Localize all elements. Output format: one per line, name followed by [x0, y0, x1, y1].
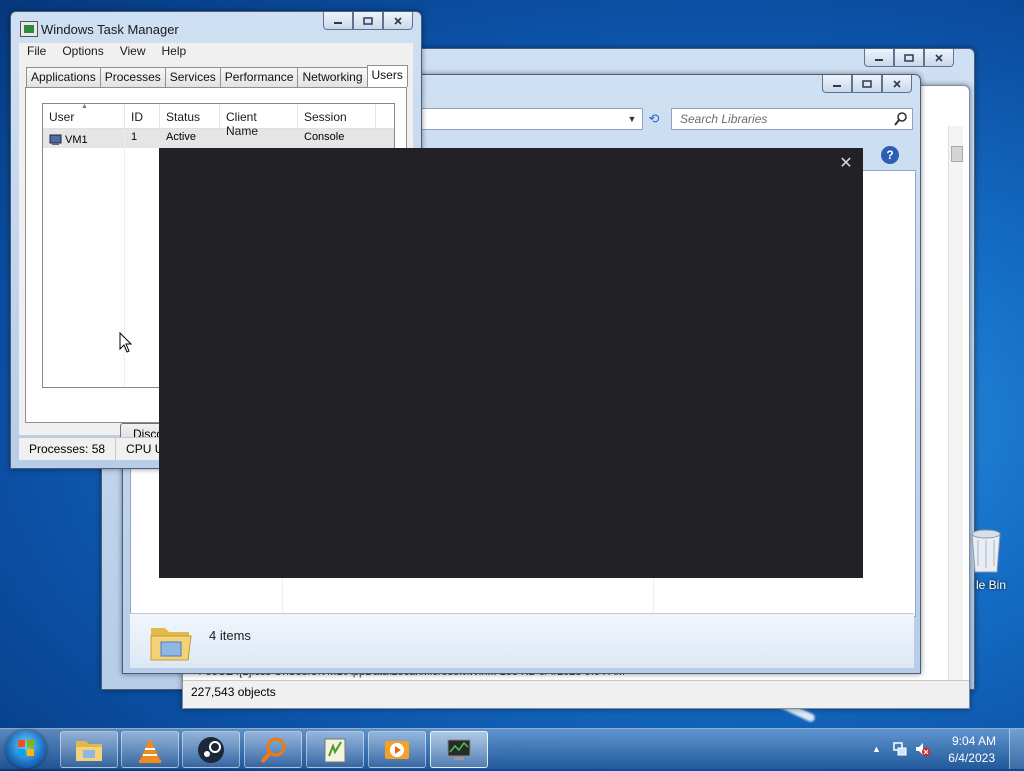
search-icon[interactable] — [894, 112, 908, 126]
mouse-cursor-icon — [119, 332, 133, 353]
column-header-id[interactable]: ID — [125, 104, 160, 128]
taskbar-explorer[interactable] — [60, 731, 118, 768]
menu-help[interactable]: Help — [154, 43, 195, 61]
notepad-plus-icon — [324, 738, 346, 762]
maximize-button[interactable] — [852, 75, 882, 93]
tab-performance[interactable]: Performance — [219, 67, 299, 87]
maximize-button[interactable] — [353, 12, 383, 30]
menu-view[interactable]: View — [112, 43, 154, 61]
close-icon[interactable]: ✕ — [837, 155, 855, 173]
column-label: ID — [131, 110, 143, 124]
help-icon[interactable]: ? — [881, 146, 899, 164]
scrollbar-thumb[interactable] — [951, 146, 963, 162]
windows-logo-icon — [18, 740, 34, 756]
search-input[interactable]: Search Libraries — [671, 108, 913, 130]
start-button[interactable] — [6, 730, 46, 768]
search-everything-icon — [260, 737, 286, 763]
tab-users[interactable]: Users — [366, 65, 408, 87]
column-header-client-name[interactable]: Client Name — [220, 104, 298, 138]
taskbar-task-manager[interactable] — [430, 731, 488, 768]
minimize-button[interactable] — [323, 12, 353, 30]
taskbar-search-everything[interactable] — [244, 731, 302, 768]
clock-time[interactable]: 9:04 AM — [952, 734, 996, 748]
menu-options[interactable]: Options — [54, 43, 111, 61]
search-placeholder: Search Libraries — [680, 112, 768, 126]
table-row[interactable]: VM1 1 Active Console — [43, 129, 394, 148]
menu-file[interactable]: File — [19, 43, 54, 61]
cell-id: 1 — [131, 131, 138, 143]
column-header-session[interactable]: Session — [298, 104, 376, 128]
show-hidden-icons-icon[interactable]: ▲ — [872, 744, 881, 754]
task-manager-icon — [447, 739, 471, 760]
object-count: 227,543 objects — [191, 685, 276, 699]
clock-date[interactable]: 6/4/2023 — [948, 751, 995, 765]
address-dropdown-icon[interactable]: ▼ — [623, 108, 641, 130]
maximize-button[interactable] — [894, 49, 924, 67]
process-count: Processes: 58 — [19, 438, 117, 460]
video-overlay-popup[interactable]: ✕ — [159, 148, 863, 578]
tab-strip: Applications Processes Services Performa… — [26, 65, 408, 87]
system-tray: ▲ 9:04 AM 6/4/2023 — [864, 729, 1024, 769]
taskbar-notepad-plus[interactable] — [306, 731, 364, 768]
status-bar: 227,543 objects — [183, 680, 969, 708]
window-title: Windows Task Manager — [41, 22, 179, 37]
network-icon[interactable] — [892, 741, 908, 757]
minimize-button[interactable] — [822, 75, 852, 93]
library-folder-icon — [150, 628, 192, 661]
column-label: Session — [304, 110, 347, 124]
column-header-user[interactable]: User ▲ — [43, 103, 125, 128]
show-desktop-button[interactable] — [1009, 729, 1024, 769]
recycle-bin-icon — [971, 529, 1001, 573]
media-player-icon — [385, 740, 409, 759]
tab-applications[interactable]: Applications — [26, 67, 101, 87]
cell-session: Console — [304, 131, 345, 143]
close-button[interactable] — [882, 75, 912, 93]
taskbar: ▲ 9:04 AM 6/4/2023 — [0, 728, 1024, 769]
vlc-icon — [139, 737, 161, 763]
menu-bar: File Options View Help — [19, 43, 413, 61]
column-label: Client Name — [226, 110, 259, 138]
vertical-scrollbar[interactable] — [948, 126, 963, 680]
item-count: 4 items — [209, 628, 251, 643]
details-pane: 4 items — [130, 613, 914, 668]
tab-services[interactable]: Services — [164, 67, 221, 87]
taskbar-vlc[interactable] — [121, 731, 179, 768]
steam-icon — [198, 736, 224, 763]
window-controls — [822, 75, 912, 93]
taskbar-media-player[interactable] — [368, 731, 426, 768]
column-label: User — [49, 110, 75, 124]
tab-processes[interactable]: Processes — [99, 67, 166, 87]
address-bar[interactable] — [413, 108, 643, 130]
user-icon — [49, 134, 62, 145]
column-header-status[interactable]: Status — [160, 104, 220, 128]
explorer-icon — [76, 740, 102, 761]
taskbar-steam[interactable] — [182, 731, 240, 768]
cell-status: Active — [166, 131, 196, 143]
list-header: User ▲ ID Status Client Name Session — [43, 103, 394, 138]
minimize-button[interactable] — [864, 49, 894, 67]
refresh-icon[interactable]: ⟲ — [643, 108, 665, 130]
window-controls — [864, 49, 954, 67]
volume-muted-icon[interactable] — [914, 741, 930, 757]
recycle-bin-label: le Bin — [976, 578, 1007, 592]
user-name: VM1 — [65, 133, 88, 146]
tab-networking[interactable]: Networking — [297, 67, 368, 87]
close-button[interactable] — [924, 49, 954, 67]
column-label: Status — [166, 110, 201, 124]
close-button[interactable] — [383, 12, 413, 30]
window-controls — [323, 12, 413, 30]
sort-ascending-icon: ▲ — [81, 103, 88, 110]
cell-user: VM1 — [43, 129, 125, 148]
task-manager-icon — [20, 21, 38, 37]
